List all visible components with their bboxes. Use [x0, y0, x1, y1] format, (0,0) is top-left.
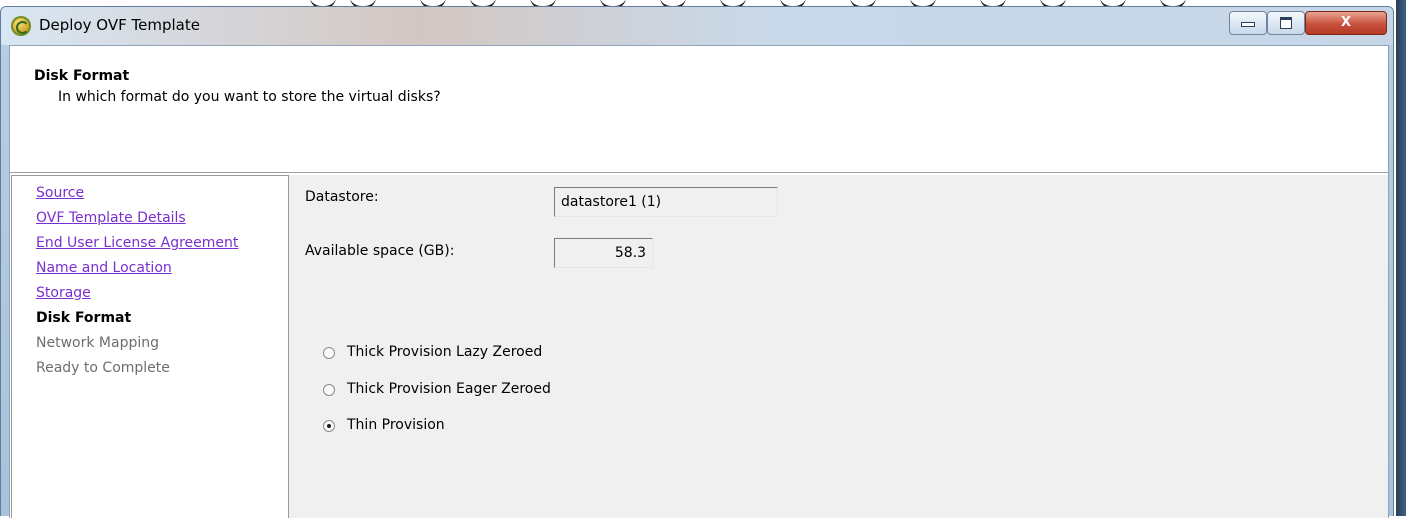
radio-thin-provision[interactable]: [323, 420, 335, 432]
wizard-header: Disk Format In which format do you want …: [10, 46, 1388, 172]
option-label: Thick Provision Lazy Zeroed: [347, 344, 543, 360]
available-space-field: 58.3: [554, 238, 653, 268]
close-icon: X: [1340, 15, 1352, 30]
wizard-client-area: Disk Format In which format do you want …: [9, 45, 1389, 518]
vsphere-app-icon: [11, 16, 31, 36]
step-end-user-license-agreement[interactable]: End User License Agreement: [36, 233, 238, 258]
radio-thick-eager-zeroed[interactable]: [323, 384, 335, 396]
wizard-steps-sidebar: Source OVF Template Details End User Lic…: [11, 175, 289, 518]
step-disk-format: Disk Format: [36, 310, 132, 326]
deploy-ovf-window: Deploy OVF Template X Disk Format In whi…: [0, 6, 1394, 518]
maximize-icon: [1280, 17, 1292, 29]
disk-format-panel: Datastore: datastore1 (1) Available spac…: [289, 175, 1388, 518]
step-network-mapping: Network Mapping: [36, 335, 159, 351]
step-ovf-template-details[interactable]: OVF Template Details: [36, 208, 238, 233]
step-name-and-location[interactable]: Name and Location: [36, 258, 238, 283]
minimize-icon: [1241, 22, 1255, 27]
header-divider: [10, 172, 1388, 174]
maximize-button[interactable]: [1267, 11, 1305, 35]
page-description: In which format do you want to store the…: [58, 89, 441, 105]
minimize-button[interactable]: [1229, 11, 1267, 35]
step-source[interactable]: Source: [36, 183, 238, 208]
title-bar[interactable]: Deploy OVF Template X: [1, 7, 1393, 45]
option-label: Thin Provision: [347, 417, 445, 433]
window-title: Deploy OVF Template: [39, 16, 200, 34]
step-ready-to-complete: Ready to Complete: [36, 360, 170, 376]
background-menu-ghost: [237, 18, 242, 32]
option-label: Thick Provision Eager Zeroed: [347, 381, 551, 397]
close-button[interactable]: X: [1305, 11, 1387, 35]
datastore-label: Datastore:: [305, 189, 379, 205]
page-title: Disk Format: [34, 68, 130, 84]
steps-list: Source OVF Template Details End User Lic…: [36, 183, 238, 383]
step-storage[interactable]: Storage: [36, 283, 238, 308]
available-space-label: Available space (GB):: [305, 243, 455, 259]
datastore-field: datastore1 (1): [554, 187, 778, 217]
desktop-edge: [1396, 0, 1406, 516]
radio-thick-lazy-zeroed[interactable]: [323, 347, 335, 359]
